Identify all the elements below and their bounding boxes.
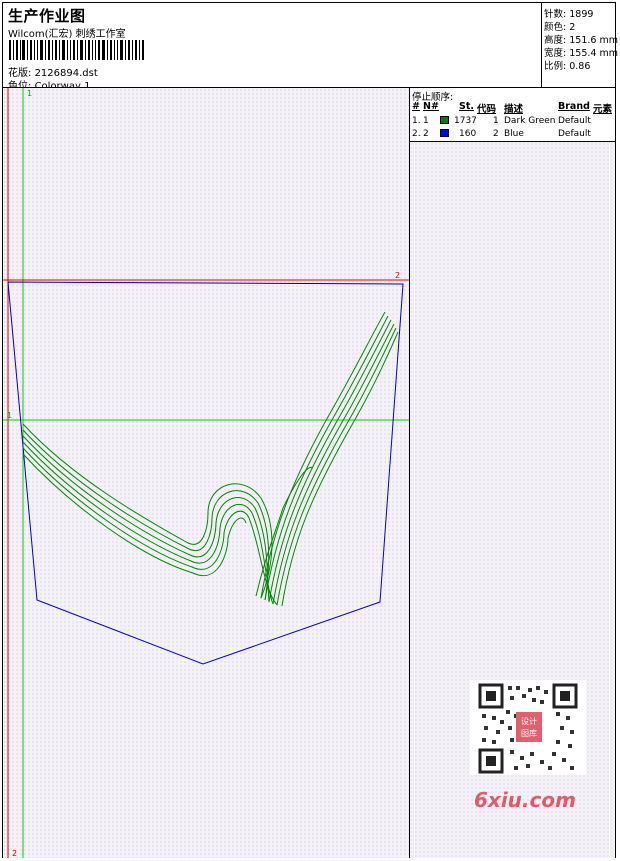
qr-code: 设计 图库 [470,680,586,775]
col-header-code: 代码 [477,104,497,115]
stat-height: 高度: 151.6 mm [544,32,618,46]
stat-width: 宽度: 155.4 mm [544,45,618,59]
col-header-element: 元素 [593,104,613,115]
marker-2-right: 2 [395,271,400,280]
qr-code-image: 设计 图库 [478,683,578,774]
row2-color-swatch [440,129,449,137]
stat-colors: 颜色: 2 [544,19,575,33]
stat-stitches: 针数: 1899 [544,6,593,20]
row2-desc: Blue [504,129,524,139]
row1-n: 1 [423,116,429,126]
scale-label: 比例: [544,61,567,72]
row1-desc: Dark Green [504,116,556,126]
row1-code: 1 [493,116,499,126]
col-header-stitches: St. [459,101,474,112]
row2-n: 2 [423,129,429,139]
svg-text:图库: 图库 [521,728,537,738]
design-canvas[interactable]: 1 2 1 2 [3,88,409,858]
stat-scale: 比例: 0.86 [544,58,590,72]
embroidery-swoosh [22,311,399,607]
page-title: 生产作业图 [8,7,86,25]
studio-name: Wilcom(汇宏) 刺绣工作室 [8,29,126,40]
row2-code: 2 [493,129,499,139]
row2-brand: Default [558,129,591,139]
row1-color-swatch [440,116,449,124]
col-header-num: # [412,101,420,112]
watermark-site: 6xiu.com [474,788,576,812]
scale-value: 0.86 [569,61,591,72]
row1-num: 1. [412,116,421,126]
col-header-desc: 描述 [504,104,524,115]
svg-text:设计: 设计 [521,716,537,726]
barcode [9,40,144,60]
marker-2-bottom: 2 [12,849,17,858]
header-info: 生产作业图 Wilcom(汇宏) 刺绣工作室 花版: 2126894.dst 色… [3,3,541,92]
marker-1-top: 1 [27,89,32,98]
row2-stitches: 160 [459,129,477,139]
pocket-outline [7,281,404,665]
col-header-n: N# [423,101,439,112]
row2-num: 2. [412,129,421,139]
stop-sequence-panel: 停止顺序: # N# St. 代码 描述 Brand 元素 1. 1 1737 … [410,88,615,142]
marker-1-left: 1 [7,411,12,420]
row1-brand: Default [558,116,591,126]
col-header-brand: Brand [558,101,590,112]
design-stats: 针数: 1899 颜色: 2 高度: 151.6 mm 宽度: 155.4 mm… [541,3,618,87]
design-drawing: 1 2 1 2 [3,88,409,858]
row1-stitches: 1737 [454,116,477,126]
